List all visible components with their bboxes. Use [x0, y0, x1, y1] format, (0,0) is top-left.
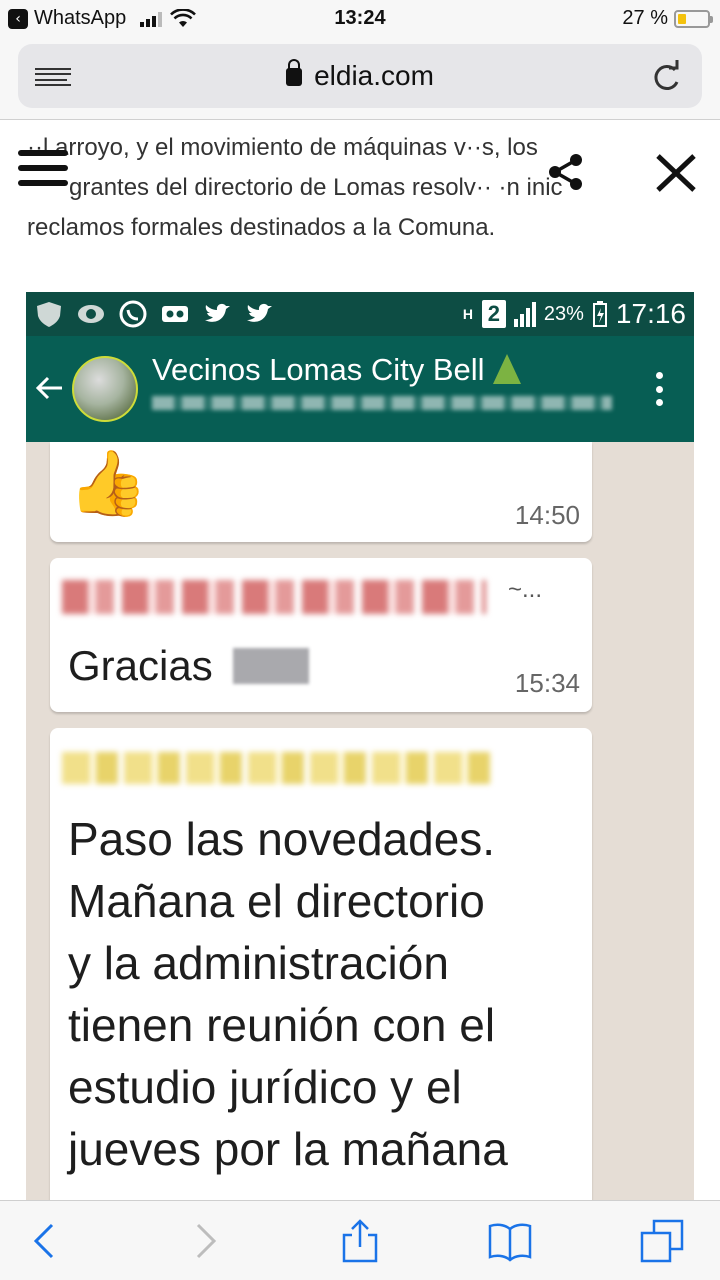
message-line: tienen reunión con el — [68, 999, 496, 1051]
twitter-icon — [247, 303, 272, 322]
tree-emoji-icon — [492, 354, 521, 384]
site-menu-button[interactable] — [18, 150, 68, 186]
browser-toolbar — [0, 1200, 720, 1280]
back-arrow-icon[interactable] — [34, 372, 66, 404]
message-bubble: 👍 14:50 — [50, 442, 592, 542]
message-bubble: Paso las novedades. Mañana el directorio… — [50, 728, 592, 1212]
bookmarks-icon[interactable] — [486, 1217, 534, 1265]
article-line: grantes del directorio de Lomas resolv··… — [69, 174, 563, 201]
page: ‹ WhatsApp 13:24 27 % eldia.com ··l arro… — [0, 0, 720, 1280]
message-line: Paso las novedades. — [68, 813, 496, 865]
chat-header: Vecinos Lomas City Bell — [26, 336, 694, 442]
domain-label: eldia.com — [314, 60, 434, 91]
message-time: 15:34 — [514, 668, 580, 698]
thumbs-up-emoji: 👍 — [68, 447, 148, 521]
sim-slot-badge: 2 — [481, 300, 506, 328]
ios-status-bar: ‹ WhatsApp 13:24 27 % — [0, 0, 720, 38]
shield-icon — [37, 302, 61, 327]
group-name-label: Vecinos Lomas City Bell — [152, 352, 485, 387]
message-text: Paso las novedades. Mañana el directorio… — [68, 808, 588, 1180]
whatsapp-icon — [119, 300, 147, 328]
back-icon[interactable] — [22, 1217, 70, 1265]
android-time: 17:16 — [615, 298, 686, 329]
tabs-icon[interactable] — [638, 1217, 686, 1265]
battery-percent: 27 % — [622, 7, 668, 29]
battery-charging-icon — [592, 301, 607, 327]
cell-signal-icon — [513, 301, 536, 327]
voicemail-icon — [162, 306, 188, 322]
message-time: 14:50 — [514, 500, 580, 530]
share-sheet-icon[interactable] — [336, 1217, 384, 1265]
overflow-menu-icon[interactable] — [654, 372, 664, 406]
message-line: y la administración — [68, 937, 449, 989]
browser-address-area: eldia.com — [0, 38, 720, 120]
android-status-bar: H 2 23% 17:16 — [26, 292, 694, 336]
message-line: Mañana el directorio — [68, 875, 485, 927]
redacted-word — [232, 648, 309, 684]
android-battery-percent: 23% — [543, 302, 584, 325]
message-text-label: Gracias — [68, 642, 213, 689]
address-bar[interactable]: eldia.com — [18, 44, 702, 108]
status-time: 13:24 — [334, 7, 386, 29]
whatsapp-screenshot-image: H 2 23% 17:16 Vecinos Lomas City Bell 👍 … — [26, 292, 694, 1212]
sender-suffix: ~... — [508, 576, 543, 603]
reload-icon[interactable] — [646, 58, 686, 98]
article-line: ··l arroyo, y el movimiento de máquinas … — [27, 134, 538, 161]
message-line: estudio jurídico y el — [68, 1061, 462, 1113]
eye-icon — [78, 305, 104, 323]
battery-icon — [674, 9, 713, 28]
group-title[interactable]: Vecinos Lomas City Bell — [152, 350, 521, 388]
article-text: ··l arroyo, y el movimiento de máquinas … — [27, 128, 707, 248]
group-avatar[interactable] — [72, 356, 138, 422]
blurred-sender-name — [62, 580, 486, 614]
message-text: Gracias — [68, 642, 309, 690]
blurred-sender-name — [62, 752, 490, 784]
share-icon[interactable] — [546, 152, 586, 192]
message-line: jueves por la mañana — [68, 1123, 508, 1175]
battery-fill — [678, 13, 686, 24]
close-icon[interactable] — [652, 150, 700, 196]
forward-icon[interactable] — [180, 1217, 228, 1265]
blurred-participants — [152, 396, 612, 410]
message-bubble: ~... Gracias 15:34 — [50, 558, 592, 712]
lock-icon — [286, 59, 303, 86]
url-display[interactable]: eldia.com — [18, 59, 702, 92]
twitter-icon — [205, 303, 230, 322]
hspa-indicator: H — [462, 306, 473, 322]
article-line: reclamos formales destinados a la Comuna… — [27, 214, 496, 241]
battery-status: 27 % — [622, 7, 713, 30]
